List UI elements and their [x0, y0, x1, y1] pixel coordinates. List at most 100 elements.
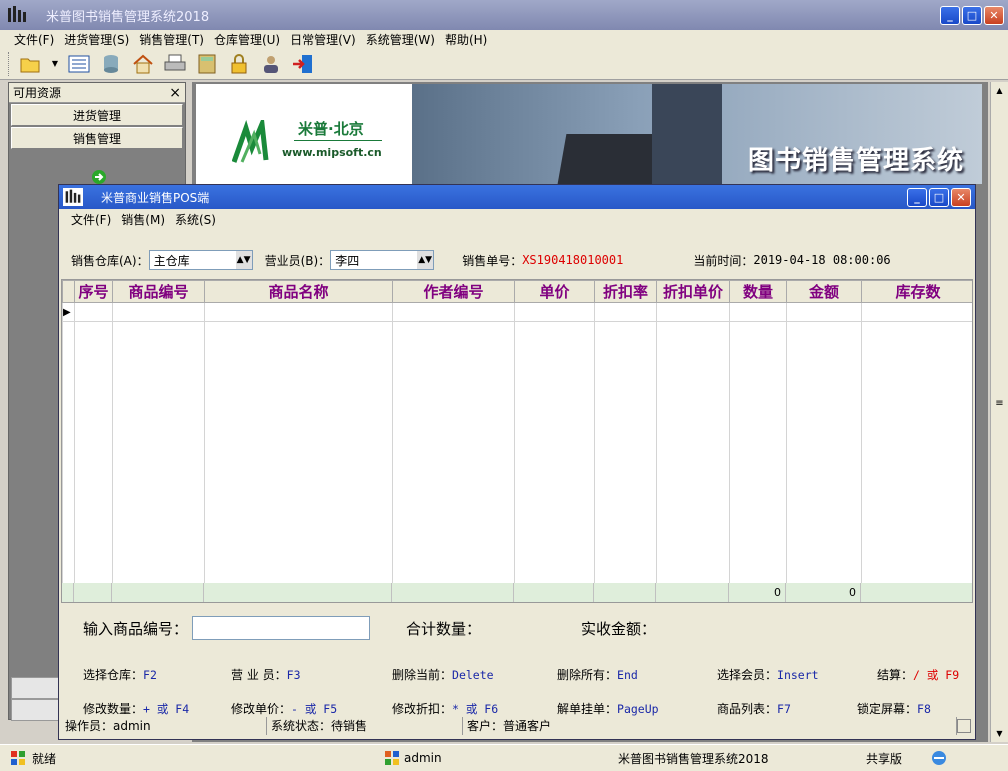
warehouse-select[interactable]: 主仓库 ▲▼ [148, 250, 253, 270]
hotkey-item: 修改折扣：* 或 F6 [392, 701, 499, 716]
clerk-label: 营业员(B)： [264, 253, 331, 268]
photo-laptop [557, 134, 667, 184]
hotkey-item: 解单挂单：PageUp [557, 701, 659, 716]
pos-minimize-button[interactable]: _ [907, 188, 927, 207]
hotkey-help: 选择仓库：F2 营 业 员：F3 删除当前：Delete 删除所有：End 选择… [83, 657, 963, 725]
hotkey-item: 结算：/ 或 F9 [877, 667, 960, 682]
col-header-quantity[interactable]: 数量 [729, 280, 787, 303]
minimize-button[interactable]: _ [940, 6, 960, 25]
current-time: 2019-04-18 08:00:06 [753, 253, 891, 267]
list-icon[interactable] [67, 52, 91, 76]
lock-icon[interactable] [227, 52, 251, 76]
product-code-label: 输入商品编号： [83, 619, 189, 638]
pos-app-icon [63, 188, 83, 206]
menu-file[interactable]: 文件(F) [14, 31, 54, 48]
menu-daily[interactable]: 日常管理(V) [290, 31, 356, 48]
grid-header-row: 序号 商品编号 商品名称 作者编号 单价 折扣率 折扣单价 数量 金额 库存数 [62, 280, 972, 303]
ie-globe-icon[interactable] [930, 749, 948, 767]
hotkey-item: 选择仓库：F2 [83, 667, 157, 682]
user-icon[interactable] [259, 52, 283, 76]
pos-menu-sales[interactable]: 销售(M) [121, 211, 165, 228]
menu-system[interactable]: 系统管理(W) [366, 31, 435, 48]
close-button[interactable]: ✕ [984, 6, 1004, 25]
pos-window: 米普商业销售POS端 _ □ ✕ 文件(F) 销售(M) 系统(S) 销售仓库(… [58, 184, 976, 740]
maximize-button[interactable]: □ [962, 6, 982, 25]
sidebar-close-icon[interactable]: × [169, 85, 181, 101]
scroll-grip-icon[interactable]: ≡ [991, 398, 1008, 409]
photo-person [652, 84, 722, 184]
user-group-icon [385, 751, 399, 765]
clerk-dropdown-icon[interactable]: ▲▼ [417, 251, 434, 269]
scroll-up-arrow-icon[interactable]: ▲ [991, 86, 1008, 95]
col-header-discount-price[interactable]: 折扣单价 [656, 280, 730, 303]
pos-statusbar: 操作员：admin 系统状态：待销售 客户：普通客户 [61, 717, 973, 735]
warehouse-dropdown-icon[interactable]: ▲▼ [235, 251, 252, 269]
col-header-discount-rate[interactable]: 折扣率 [594, 280, 657, 303]
current-row-marker-icon: ▶ [62, 302, 75, 322]
green-arrow-icon[interactable] [91, 169, 107, 185]
scroll-down-arrow-icon[interactable]: ▼ [991, 729, 1008, 738]
exit-icon[interactable] [291, 52, 315, 76]
size-grip-icon[interactable] [957, 719, 971, 733]
menu-help[interactable]: 帮助(H) [445, 31, 487, 48]
table-row[interactable]: ▶ [62, 302, 972, 322]
col-header-product-code[interactable]: 商品编号 [112, 280, 205, 303]
printer-icon[interactable] [163, 52, 187, 76]
menu-warehouse[interactable]: 仓库管理(U) [214, 31, 280, 48]
col-header-amount[interactable]: 金额 [786, 280, 862, 303]
clerk-value: 李四 [335, 253, 360, 268]
paid-amount-label: 实收金额： [581, 619, 657, 638]
hotkey-row-1: 选择仓库：F2 营 业 员：F3 删除当前：Delete 删除所有：End 选择… [83, 657, 963, 691]
main-vertical-scrollbar[interactable]: ▲ ≡ ▼ [990, 82, 1008, 742]
pos-window-title: 米普商业销售POS端 [101, 190, 210, 205]
col-header-stock[interactable]: 库存数 [861, 280, 972, 303]
col-header-price[interactable]: 单价 [514, 280, 595, 303]
system-status: 系统状态：待销售 [267, 717, 463, 735]
pos-menu-file[interactable]: 文件(F) [71, 211, 111, 228]
statusbar-app-name: 米普图书销售管理系统2018 [618, 751, 769, 766]
warehouse-label: 销售仓库(A)： [71, 253, 149, 268]
hotkey-item: 营 业 员：F3 [231, 667, 301, 682]
menu-sales[interactable]: 销售管理(T) [139, 31, 204, 48]
banner-logo-url: www.mipsoft.cn [282, 146, 382, 159]
operator-status: 操作员：admin [61, 717, 267, 735]
entry-row: 输入商品编号： 合计数量： 实收金额： [83, 615, 963, 641]
main-menubar: 文件(F) 进货管理(S) 销售管理(T) 仓库管理(U) 日常管理(V) 系统… [0, 30, 1008, 48]
dropdown-arrow-icon[interactable]: ▼ [51, 52, 59, 76]
col-header-index[interactable]: 序号 [74, 280, 113, 303]
sidebar-item-sales[interactable]: 销售管理 [11, 127, 183, 149]
banner-title: 图书销售管理系统 [747, 146, 964, 176]
main-toolbar: ▼ [0, 48, 1008, 80]
summary-amount: 0 [786, 583, 861, 602]
pos-maximize-button[interactable]: □ [929, 188, 949, 207]
logged-user: admin [404, 751, 442, 765]
database-icon[interactable] [99, 52, 123, 76]
hotkey-item: 修改数量：+ 或 F4 [83, 701, 190, 716]
banner: 米普·北京 www.mipsoft.cn 图书销售管理系统 [196, 84, 982, 184]
calculator-icon[interactable] [195, 52, 219, 76]
pos-menu-system[interactable]: 系统(S) [175, 211, 216, 228]
clerk-select[interactable]: 李四 ▲▼ [330, 250, 435, 270]
ready-status: 就绪 [32, 751, 57, 766]
open-folder-icon[interactable] [19, 52, 43, 76]
hotkey-item: 商品列表：F7 [717, 701, 791, 716]
sidebar-item-purchase[interactable]: 进货管理 [11, 104, 183, 126]
hotkey-item: 删除所有：End [557, 667, 638, 682]
hotkey-item: 选择会员：Insert [717, 667, 819, 682]
sales-grid[interactable]: 序号 商品编号 商品名称 作者编号 单价 折扣率 折扣单价 数量 金额 库存数 … [61, 279, 973, 603]
product-code-input[interactable] [192, 616, 371, 640]
order-number: XS190418010001 [522, 253, 624, 267]
pos-close-button[interactable]: ✕ [951, 188, 971, 207]
pos-titlebar: 米普商业销售POS端 _ □ ✕ [59, 185, 975, 209]
toolbar-grip [8, 51, 11, 76]
pos-filter-row: 销售仓库(A)： 主仓库 ▲▼ 营业员(B)： 李四 ▲▼ 销售单号： XS19… [71, 249, 961, 271]
table-row[interactable] [62, 321, 972, 586]
home-icon[interactable] [131, 52, 155, 76]
sidebar-header: 可用资源 × [9, 83, 185, 103]
menu-purchase[interactable]: 进货管理(S) [64, 31, 129, 48]
time-label: 当前时间： [693, 253, 754, 268]
col-header-author-code[interactable]: 作者编号 [392, 280, 515, 303]
col-header-product-name[interactable]: 商品名称 [204, 280, 393, 303]
row-indicator-header [62, 280, 75, 303]
sidebar-title: 可用资源 [13, 86, 62, 100]
